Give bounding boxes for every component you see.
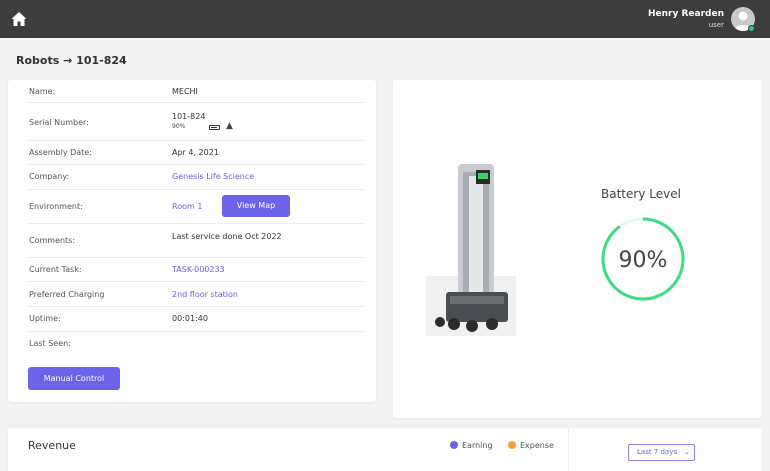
charging-label: Preferred Charging [29,290,105,299]
comments-label: Comments: [29,236,76,245]
battery-gauge: 90% [601,217,685,301]
legend-earning-label: Earning [462,441,493,450]
revenue-divider [568,428,569,471]
name-label: Name: [29,87,56,96]
company-link[interactable]: Genesis Life Science [172,172,254,181]
breadcrumb-robots[interactable]: Robots [16,54,59,67]
robot-image [426,164,516,336]
battery-percent: 90% [619,248,668,273]
expense-dot [508,441,516,449]
revenue-card: Revenue Earning Expense Last 7 days ⌄ [8,428,762,471]
assembly-label: Assembly Date: [29,148,92,157]
top-bar: Henry Rearden user [0,0,770,38]
breadcrumb-separator: → [63,54,73,67]
environment-link[interactable]: Room 1 [172,202,202,211]
battery-icon [209,125,220,130]
legend-expense[interactable]: Expense [508,441,554,450]
battery-level-title: Battery Level [601,187,681,201]
serial-value: 101-824 [172,112,206,121]
uptime-value: 00:01:40 [172,314,208,323]
task-link[interactable]: TASK-000233 [172,265,225,274]
user-role: user [708,21,724,29]
legend-earning[interactable]: Earning [450,441,493,450]
name-value: MECHI [172,87,198,96]
environment-label: Environment: [29,202,83,211]
legend-expense-label: Expense [520,441,554,450]
battery-card: Battery Level 90% [393,80,762,418]
online-status-dot [748,25,755,32]
chevron-down-icon: ⌄ [684,448,690,456]
manual-control-button[interactable]: Manual Control [28,367,120,390]
home-icon[interactable] [10,10,28,28]
info-row-comments [28,224,364,258]
revenue-title: Revenue [28,439,76,452]
uptime-label: Uptime: [29,314,61,323]
charging-link[interactable]: 2nd floor station [172,290,238,299]
serial-label: Serial Number: [29,118,89,127]
assembly-value: Apr 4, 2021 [172,148,219,157]
date-range-select[interactable]: Last 7 days ⌄ [628,444,695,461]
last-seen-label: Last Seen: [29,339,71,348]
user-name: Henry Rearden [648,9,724,19]
date-range-label: Last 7 days [637,448,678,456]
breadcrumb: Robots → 101-824 [16,54,127,67]
robot-info-card: Name: MECHI Serial Number: 101-824 90% ▲… [8,80,376,402]
company-label: Company: [29,172,70,181]
serial-battery-text: 90% [172,123,186,130]
view-map-button[interactable]: View Map [222,195,290,217]
earning-dot [450,441,458,449]
navigation-arrow-icon: ▲ [226,121,233,131]
task-label: Current Task: [29,265,82,274]
comments-value: Last service done Oct 2022 [172,232,282,241]
breadcrumb-current: 101-824 [76,54,127,67]
